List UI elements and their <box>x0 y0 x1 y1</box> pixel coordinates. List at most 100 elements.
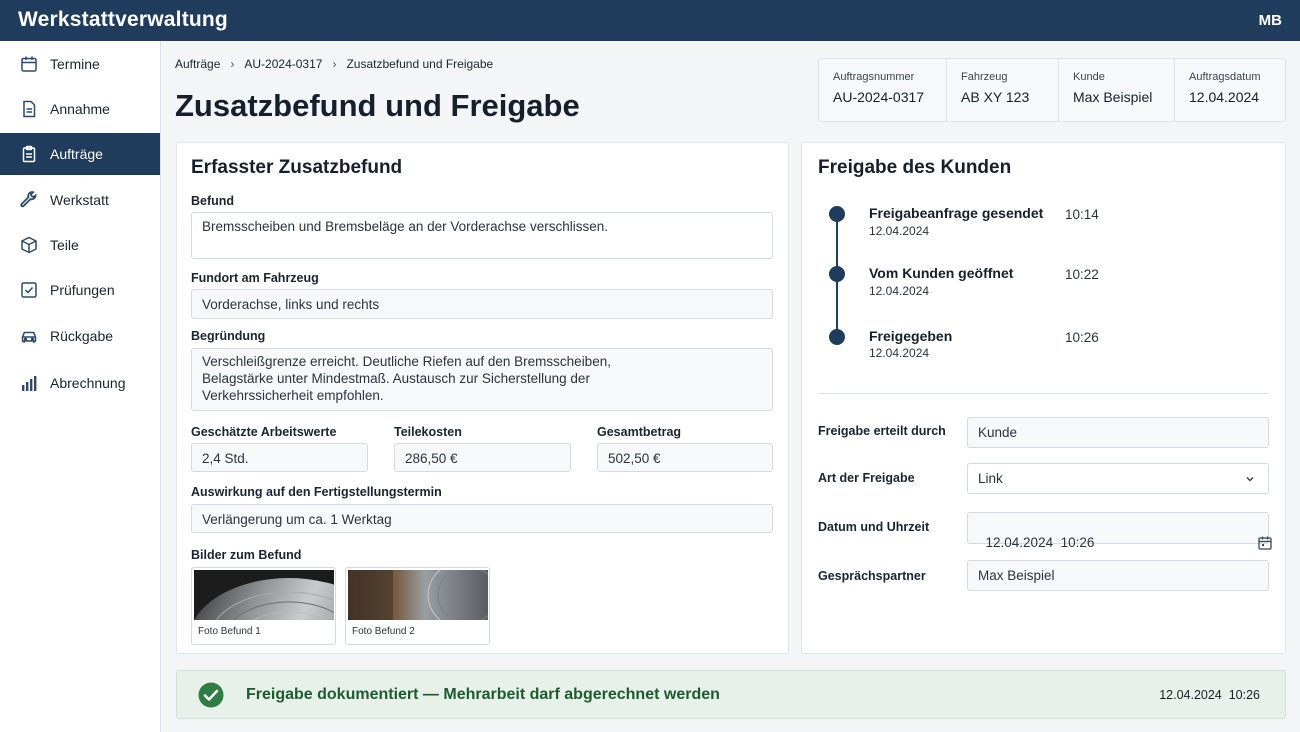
chevron-right-icon: › <box>332 57 337 71</box>
begruendung-label: Begründung <box>191 329 266 343</box>
chevron-right-icon: › <box>230 57 235 71</box>
datum-field-value: 12.04.2024 10:26 <box>985 535 1095 550</box>
sidebar-item-teile[interactable]: Teile <box>0 224 160 266</box>
timeline-step-title: Freigegeben <box>869 328 953 344</box>
auswirkung-field[interactable]: Verlängerung um ca. 1 Werktag <box>191 504 773 533</box>
datum-label: Datum und Uhrzeit <box>818 520 930 534</box>
clipboard-icon <box>20 145 38 163</box>
wrench-icon <box>20 191 38 209</box>
partner-field[interactable]: Max Beispiel <box>967 560 1269 591</box>
photo-thumbnail-2[interactable]: Foto Befund 2 <box>345 567 490 645</box>
partner-label: Gesprächspartner <box>818 569 926 583</box>
success-banner: Freigabe dokumentiert — Mehrarbeit darf … <box>176 670 1286 719</box>
timeline-step-time: 10:22 <box>1065 267 1099 282</box>
timeline-step-time: 10:14 <box>1065 207 1099 222</box>
order-date-label: Auftragsdatum <box>1189 71 1261 83</box>
timeline-step-title: Freigabeanfrage gesendet <box>869 205 1044 221</box>
erteilt-field[interactable]: Kunde <box>967 417 1269 448</box>
timeline-step-date: 12.04.2024 <box>869 224 930 238</box>
bar-chart-icon <box>20 374 38 392</box>
teilekosten-field[interactable]: 286,50 € <box>394 443 571 472</box>
approval-panel-title: Freigabe des Kunden <box>818 157 1012 178</box>
calendar-icon[interactable] <box>1242 520 1272 550</box>
banner-timestamp: 12.04.2024 10:26 <box>1159 688 1260 702</box>
begruendung-line: Verschleißgrenze erreicht. Deutliche Rie… <box>202 354 611 369</box>
timeline-step-date: 12.04.2024 <box>869 284 930 298</box>
finding-panel-title: Erfasster Zusatzbefund <box>191 157 403 178</box>
photo-caption: Foto Befund 2 <box>352 626 415 637</box>
timeline-dot <box>829 329 845 345</box>
datum-field[interactable]: 12.04.2024 10:26 <box>967 512 1272 550</box>
sidebar: Termine Annahme Aufträge Werkstatt Teile… <box>0 41 161 732</box>
befund-field[interactable]: Bremsscheiben und Bremsbeläge an der Vor… <box>191 212 773 259</box>
app-title: Werkstattverwaltung <box>18 8 228 31</box>
customer-label: Kunde <box>1073 71 1105 83</box>
sidebar-item-termine[interactable]: Termine <box>0 43 160 85</box>
order-number-value: AU-2024-0317 <box>833 89 925 105</box>
checkbox-icon <box>20 281 38 299</box>
sidebar-item-label: Aufträge <box>50 146 103 162</box>
sidebar-item-label: Termine <box>50 56 100 72</box>
befund-label: Befund <box>191 194 235 208</box>
arbeitswerte-field[interactable]: 2,4 Std. <box>191 443 368 472</box>
timeline-dot <box>829 266 845 282</box>
sidebar-item-label: Annahme <box>50 101 110 117</box>
sidebar-item-label: Werkstatt <box>50 192 109 208</box>
timeline-step-date: 12.04.2024 <box>869 346 930 360</box>
customer-value: Max Beispiel <box>1073 89 1153 105</box>
vehicle-cell: Fahrzeug AB XY 123 <box>947 59 1059 121</box>
sidebar-item-label: Prüfungen <box>50 282 115 298</box>
breadcrumb-current: Zusatzbefund und Freigabe <box>346 57 494 71</box>
sidebar-item-label: Rückgabe <box>50 328 114 344</box>
erteilt-label: Freigabe erteilt durch <box>818 424 946 438</box>
teilekosten-label: Teilekosten <box>394 425 462 439</box>
begruendung-line: Verkehrssicherheit empfohlen. <box>202 388 384 403</box>
photo-thumbnail-1[interactable]: Foto Befund 1 <box>191 567 336 645</box>
art-select[interactable]: Link <box>967 463 1269 494</box>
art-select-value: Link <box>978 471 1003 486</box>
top-bar: Werkstattverwaltung MB <box>0 0 1300 41</box>
sidebar-item-label: Teile <box>50 237 79 253</box>
calendar-icon <box>20 55 38 73</box>
order-date-cell: Auftragsdatum 12.04.2024 <box>1175 59 1285 121</box>
sidebar-item-label: Abrechnung <box>50 375 126 391</box>
chevron-down-icon <box>1242 471 1258 487</box>
order-number-label: Auftragsnummer <box>833 71 915 83</box>
document-icon <box>20 100 38 118</box>
vehicle-value: AB XY 123 <box>961 89 1030 105</box>
breadcrumb: Aufträge › AU-2024-0317 › Zusatzbefund u… <box>175 57 493 71</box>
page-title: Zusatzbefund und Freigabe <box>175 88 580 123</box>
begruendung-field[interactable]: Verschleißgrenze erreicht. Deutliche Rie… <box>191 348 773 411</box>
auswirkung-label: Auswirkung auf den Fertigstellungstermin <box>191 485 442 499</box>
brake-pad-photo <box>348 570 488 620</box>
photo-caption: Foto Befund 1 <box>198 626 261 637</box>
bilder-label: Bilder zum Befund <box>191 548 302 562</box>
fundort-label: Fundort am Fahrzeug <box>191 271 319 285</box>
breadcrumb-auftraege[interactable]: Aufträge <box>175 57 220 71</box>
sidebar-item-pruefungen[interactable]: Prüfungen <box>0 269 160 311</box>
user-avatar[interactable]: MB <box>1259 12 1282 29</box>
brake-disc-photo <box>194 570 334 620</box>
sidebar-item-werkstatt[interactable]: Werkstatt <box>0 179 160 221</box>
vehicle-label: Fahrzeug <box>961 71 1008 83</box>
order-number-cell: Auftragsnummer AU-2024-0317 <box>819 59 947 121</box>
car-icon <box>20 327 38 345</box>
gesamt-field: 502,50 € <box>597 443 773 472</box>
divider <box>818 393 1269 394</box>
breadcrumb-order[interactable]: AU-2024-0317 <box>244 57 322 71</box>
timeline-step-time: 10:26 <box>1065 330 1099 345</box>
order-info-card: Auftragsnummer AU-2024-0317 Fahrzeug AB … <box>818 58 1286 122</box>
arbeitswerte-label: Geschätzte Arbeitswerte <box>191 425 337 439</box>
customer-cell: Kunde Max Beispiel <box>1059 59 1175 121</box>
sidebar-item-rueckgabe[interactable]: Rückgabe <box>0 315 160 357</box>
timeline-dot <box>829 206 845 222</box>
fundort-field[interactable]: Vorderachse, links und rechts <box>191 289 773 319</box>
check-circle-icon <box>198 682 224 708</box>
sidebar-item-annahme[interactable]: Annahme <box>0 88 160 130</box>
sidebar-item-auftraege[interactable]: Aufträge <box>0 133 160 175</box>
art-label: Art der Freigabe <box>818 471 915 485</box>
box-icon <box>20 236 38 254</box>
banner-message: Freigabe dokumentiert — Mehrarbeit darf … <box>246 686 720 703</box>
sidebar-item-abrechnung[interactable]: Abrechnung <box>0 362 160 404</box>
gesamt-label: Gesamtbetrag <box>597 425 682 439</box>
